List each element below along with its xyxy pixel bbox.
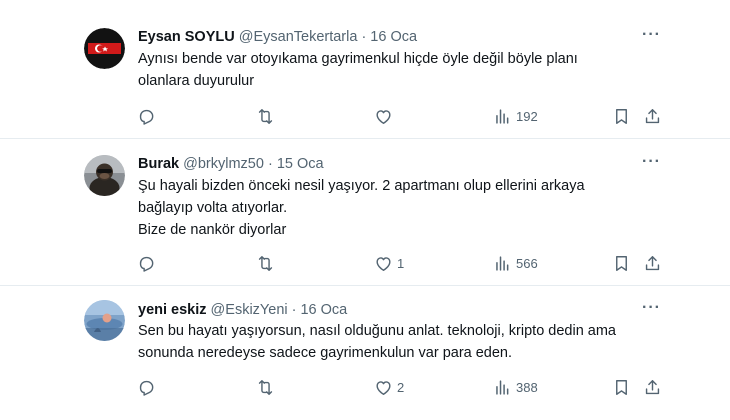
bookmark-button[interactable] (612, 104, 631, 128)
tweet-text: Şu hayali bizden önceki nesil yaşıyor. 2… (138, 175, 658, 241)
tweet-text-line: sonunda neredeyse sadece gayrimenkulun v… (138, 345, 513, 361)
author-name[interactable]: yeni eskiz (138, 302, 207, 318)
views-chart-icon (493, 378, 512, 397)
view-count: 388 (516, 379, 538, 395)
like-button[interactable] (374, 104, 397, 128)
tweet[interactable]: yeni eskiz @EskizYeni · 16 Oca ··· Sen b… (0, 286, 730, 420)
retweet-button[interactable] (256, 251, 275, 275)
author-handle[interactable]: @EysanTekertarla (239, 29, 358, 45)
like-button[interactable]: 1 (374, 251, 404, 275)
tweet-text-line: Şu hayali bizden önceki nesil yaşıyor. 2… (138, 178, 585, 194)
tweet-text: Sen bu hayatı yaşıyorsun, nasıl olduğunu… (138, 320, 658, 364)
tweet-date[interactable]: · 15 Oca (268, 156, 324, 172)
bookmark-icon (612, 378, 631, 397)
tweet-actions: 2 388 (0, 375, 730, 399)
reply-icon (137, 254, 156, 273)
avatar[interactable] (84, 155, 125, 196)
tweet-text-line: bağlayıp volta atıyorlar. (138, 200, 288, 216)
more-horizontal-icon[interactable]: ··· (642, 153, 660, 171)
tweet-text-line: Sen bu hayatı yaşıyorsun, nasıl olduğunu… (138, 323, 616, 339)
like-count: 2 (397, 379, 405, 395)
heart-icon (374, 107, 393, 126)
tweet-header: Burak @brkylmz50 · 15 Oca (138, 156, 324, 172)
views-chart-icon (493, 254, 512, 273)
retweet-icon (256, 107, 275, 126)
tweet-text-line: olanlara duyurulur (138, 73, 255, 89)
heart-icon (374, 254, 393, 273)
bookmark-button[interactable] (612, 375, 631, 399)
author-handle[interactable]: @brkylmz50 (183, 156, 264, 172)
avatar[interactable] (84, 28, 125, 69)
share-button[interactable] (643, 251, 662, 275)
tweet-header: yeni eskiz @EskizYeni · 16 Oca (138, 302, 347, 318)
tweet[interactable]: Eysan SOYLU @EysanTekertarla · 16 Oca ··… (0, 0, 730, 138)
tweet-text: Aynısı bende var otoyıkama gayrimenkul h… (138, 48, 658, 92)
author-name[interactable]: Eysan SOYLU (138, 29, 235, 45)
reply-icon (137, 107, 156, 126)
reply-button[interactable] (137, 251, 156, 275)
avatar[interactable] (84, 300, 125, 341)
tweet-text-line: Bize de nankör diyorlar (138, 222, 287, 238)
reply-feed: Eysan SOYLU @EysanTekertarla · 16 Oca ··… (0, 0, 730, 420)
views-button[interactable]: 388 (493, 375, 538, 399)
retweet-button[interactable] (256, 375, 275, 399)
like-button[interactable]: 2 (374, 375, 404, 399)
views-chart-icon (493, 107, 512, 126)
views-button[interactable]: 192 (493, 104, 538, 128)
retweet-icon (256, 254, 275, 273)
tweet-actions: 192 (0, 104, 730, 128)
bookmark-icon (612, 107, 631, 126)
views-button[interactable]: 566 (493, 251, 538, 275)
view-count: 192 (516, 108, 538, 124)
bookmark-button[interactable] (612, 251, 631, 275)
more-horizontal-icon[interactable]: ··· (642, 299, 660, 317)
share-button[interactable] (643, 375, 662, 399)
share-button[interactable] (643, 104, 662, 128)
author-name[interactable]: Burak (138, 156, 179, 172)
tweet-date[interactable]: · 16 Oca (361, 29, 417, 45)
heart-icon (374, 378, 393, 397)
reply-button[interactable] (137, 375, 156, 399)
tweet-actions: 1 566 (0, 251, 730, 275)
tweet-text-line: Aynısı bende var otoyıkama gayrimenkul h… (138, 51, 578, 67)
tweet-date[interactable]: · 16 Oca (292, 302, 348, 318)
author-handle[interactable]: @EskizYeni (211, 302, 288, 318)
tweet[interactable]: Burak @brkylmz50 · 15 Oca ··· Şu hayali … (0, 139, 730, 285)
like-count: 1 (397, 255, 405, 271)
share-icon (643, 107, 662, 126)
bookmark-icon (612, 254, 631, 273)
share-icon (643, 254, 662, 273)
reply-button[interactable] (137, 104, 156, 128)
tweet-header: Eysan SOYLU @EysanTekertarla · 16 Oca (138, 29, 417, 45)
reply-icon (137, 378, 156, 397)
retweet-button[interactable] (256, 104, 275, 128)
retweet-icon (256, 378, 275, 397)
more-horizontal-icon[interactable]: ··· (642, 26, 660, 44)
share-icon (643, 378, 662, 397)
view-count: 566 (516, 255, 538, 271)
